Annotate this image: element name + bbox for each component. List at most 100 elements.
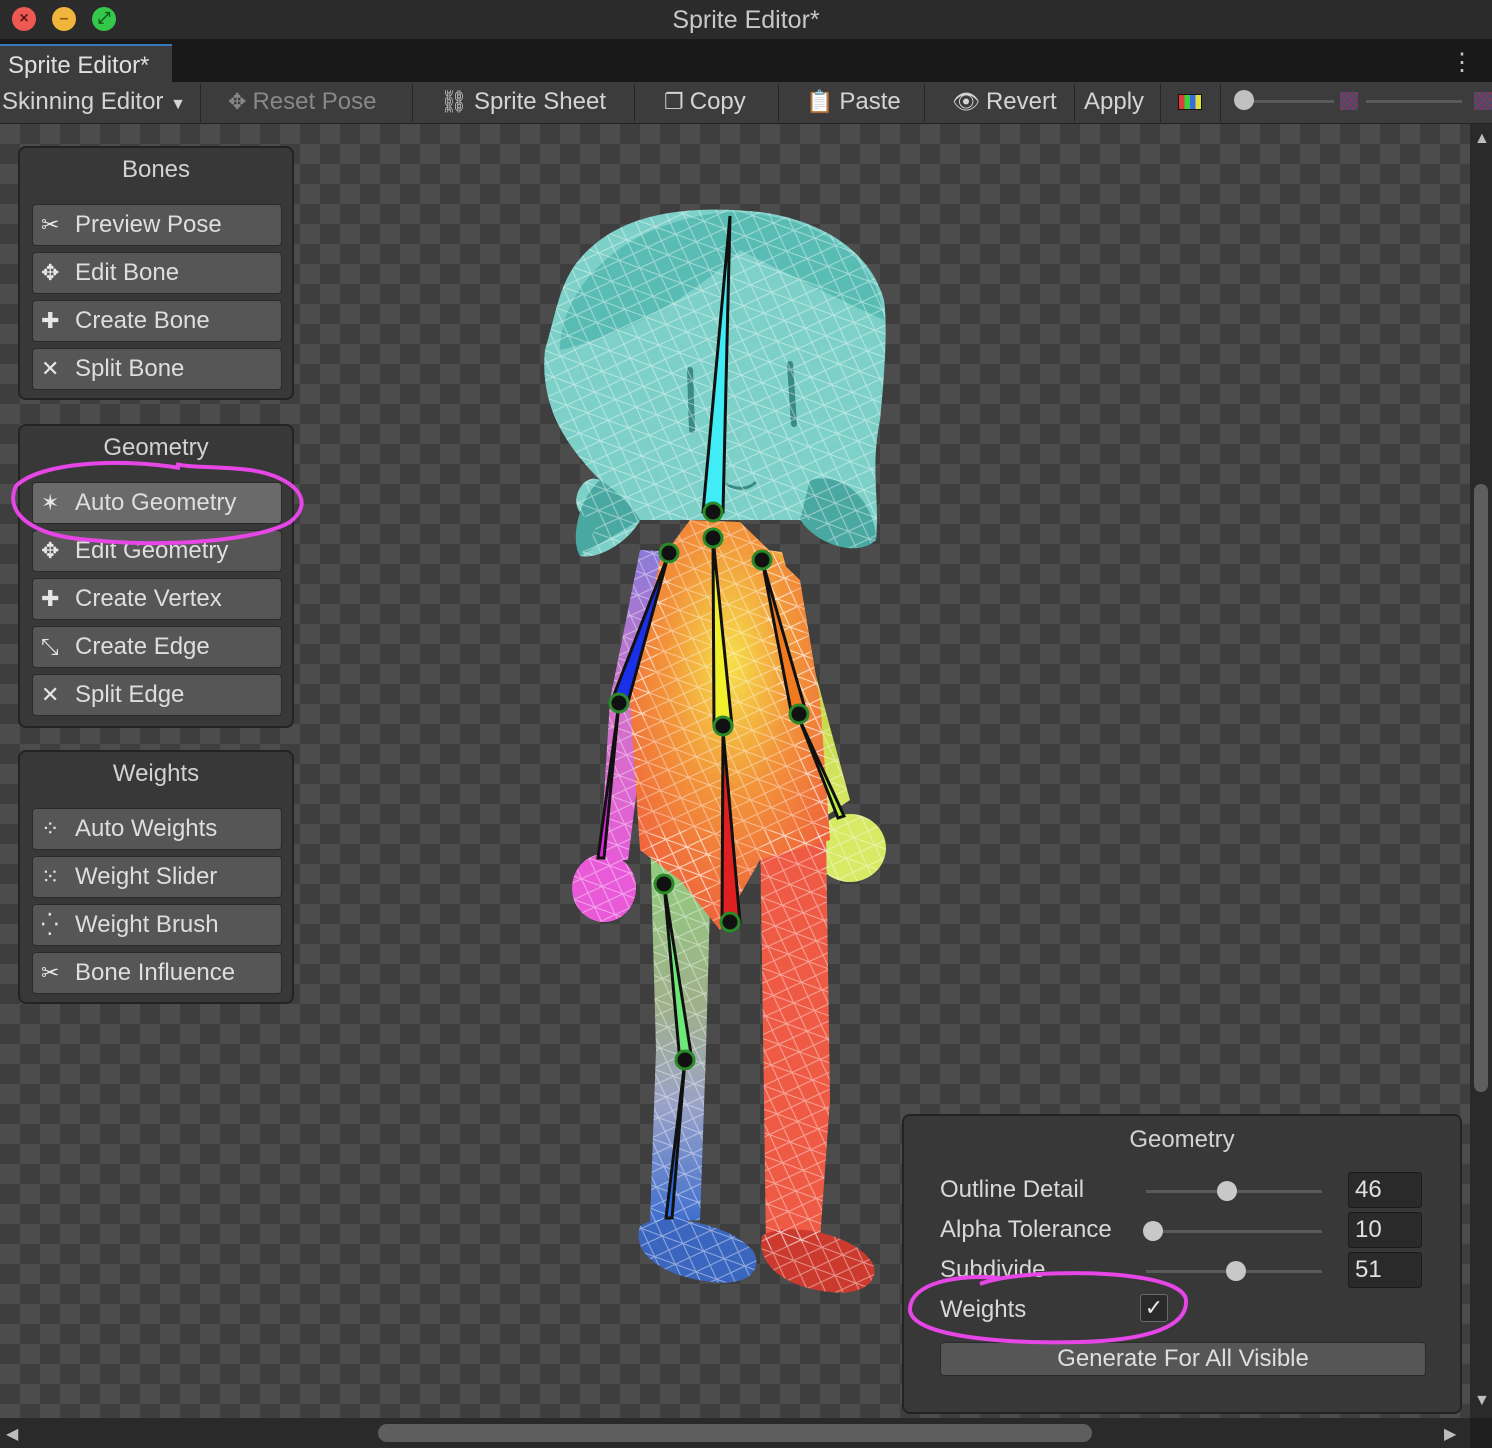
outline-detail-label: Outline Detail bbox=[940, 1176, 1085, 1203]
weights-row: Weights ✓ bbox=[940, 1292, 1440, 1332]
scroll-left-icon[interactable]: ◀ bbox=[6, 1424, 18, 1444]
apply-label: Apply bbox=[1084, 88, 1145, 115]
bone-influence-button[interactable]: ✂ Bone Influence bbox=[32, 952, 282, 994]
copy-button[interactable]: ❐ Copy bbox=[664, 82, 746, 124]
edit-geometry-button[interactable]: ✥ Edit Geometry bbox=[32, 530, 282, 572]
geometry-panel: Geometry ✶ Auto Geometry ✥ Edit Geometry ✚… bbox=[18, 424, 294, 728]
create-edge-label: Create Edge bbox=[75, 633, 210, 660]
split-bone-label: Split Bone bbox=[75, 355, 185, 382]
create-edge-icon: ⤡ bbox=[41, 634, 59, 659]
sprite-sheet-button[interactable]: ⛓ Sprite Sheet bbox=[440, 82, 606, 124]
horizontal-scrollbar[interactable]: ◀ ▶ bbox=[0, 1418, 1470, 1448]
alpha-tolerance-label: Alpha Tolerance bbox=[940, 1216, 1112, 1243]
auto-weights-button[interactable]: ⁘ Auto Weights bbox=[32, 808, 282, 850]
paste-label: Paste bbox=[839, 88, 901, 115]
create-bone-button[interactable]: ✚ Create Bone bbox=[32, 300, 282, 342]
split-bone-button[interactable]: ✕ Split Bone bbox=[32, 348, 282, 390]
zoom-slider-track[interactable] bbox=[1366, 100, 1462, 103]
preview-pose-button[interactable]: ✂ Preview Pose bbox=[32, 204, 282, 246]
split-edge-button[interactable]: ✕ Split Edge bbox=[32, 674, 282, 716]
weights-checkbox[interactable]: ✓ bbox=[1140, 1294, 1168, 1322]
vertical-scrollbar[interactable]: ▲ ▼ bbox=[1470, 124, 1492, 1418]
create-vertex-button[interactable]: ✚ Create Vertex bbox=[32, 578, 282, 620]
create-bone-label: Create Bone bbox=[75, 307, 210, 334]
auto-geometry-icon: ✶ bbox=[41, 490, 60, 515]
subdivide-label: Subdivide bbox=[940, 1256, 1046, 1283]
weight-brush-label: Weight Brush bbox=[75, 911, 219, 938]
weight-brush-button[interactable]: ⁛ Weight Brush bbox=[32, 904, 282, 946]
weights-panel-title: Weights bbox=[112, 760, 200, 787]
horizontal-scroll-thumb[interactable] bbox=[378, 1424, 1092, 1442]
weight-brush-icon: ⁛ bbox=[41, 912, 59, 937]
create-bone-icon: ✚ bbox=[41, 308, 60, 333]
edit-bone-button[interactable]: ✥ Edit Bone bbox=[32, 252, 282, 294]
copy-icon: ❐ bbox=[664, 89, 684, 114]
clipboard-icon: 📋 bbox=[806, 89, 834, 114]
checkmark-icon: ✓ bbox=[1144, 1295, 1164, 1320]
alpha-tolerance-knob[interactable] bbox=[1143, 1221, 1164, 1241]
preview-pose-icon: ✂ bbox=[41, 212, 60, 237]
create-vertex-icon: ✚ bbox=[41, 586, 60, 611]
split-edge-label: Split Edge bbox=[75, 681, 185, 708]
split-bone-icon: ✕ bbox=[41, 356, 60, 381]
paste-button[interactable]: 📋 Paste bbox=[806, 82, 901, 124]
title-bar: × – ⤢ Sprite Editor* bbox=[0, 0, 1492, 40]
tab-sprite-editor[interactable]: Sprite Editor* bbox=[0, 44, 172, 82]
geometry-popup-title: Geometry bbox=[1129, 1126, 1235, 1153]
generate-for-all-visible-button[interactable]: Generate For All Visible bbox=[940, 1342, 1426, 1376]
weights-panel: Weights ⁘ Auto Weights ⁙ Weight Slider ⁛ We… bbox=[18, 750, 294, 1004]
reset-pose-button[interactable]: ✥ Reset Pose bbox=[228, 82, 377, 124]
subdivide-knob[interactable] bbox=[1225, 1261, 1246, 1281]
bones-panel-title: Bones bbox=[121, 156, 191, 183]
outline-detail-field[interactable]: 46 bbox=[1348, 1172, 1422, 1208]
subdivide-field[interactable]: 51 bbox=[1348, 1252, 1422, 1288]
auto-geometry-label: Auto Geometry bbox=[75, 489, 237, 516]
weights-label: Weights bbox=[940, 1296, 1027, 1323]
edit-geometry-label: Edit Geometry bbox=[75, 537, 229, 564]
split-edge-icon: ✕ bbox=[41, 682, 60, 707]
skinning-editor-dropdown[interactable]: Skinning Editor ▼ bbox=[2, 82, 186, 124]
reset-pose-label: Reset Pose bbox=[252, 88, 377, 115]
edit-geometry-icon: ✥ bbox=[41, 538, 60, 563]
auto-geometry-button[interactable]: ✶ Auto Geometry bbox=[32, 482, 282, 524]
preview-pose-label: Preview Pose bbox=[75, 211, 222, 238]
bones-panel: Bones ✂ Preview Pose ✥ Edit Bone ✚ Create B… bbox=[18, 146, 294, 400]
tab-bar: Sprite Editor* ⋮ bbox=[0, 40, 1492, 82]
alpha-tolerance-slider[interactable] bbox=[1146, 1230, 1322, 1233]
brightness-slider-knob[interactable] bbox=[1234, 90, 1254, 110]
sprite-sheet-label: Sprite Sheet bbox=[473, 88, 607, 115]
bone-influence-icon: ✂ bbox=[41, 960, 60, 985]
weight-slider-icon: ⁙ bbox=[41, 864, 60, 889]
apply-button[interactable]: Apply bbox=[1084, 82, 1144, 124]
more-options-icon[interactable]: ⋮ bbox=[1450, 48, 1474, 77]
auto-weights-icon: ⁘ bbox=[41, 816, 60, 841]
outline-detail-row: Outline Detail 46 bbox=[940, 1172, 1440, 1212]
window-title: Sprite Editor* bbox=[672, 6, 820, 34]
vertical-scroll-thumb[interactable] bbox=[1474, 484, 1488, 1092]
pose-figure-icon: ✥ bbox=[228, 89, 247, 114]
revert-button[interactable]: 👁 Revert bbox=[952, 82, 1057, 124]
toolbar: Skinning Editor ▼ ✥ Reset Pose ⛓ Sprite Sh… bbox=[0, 82, 1492, 124]
scroll-right-icon[interactable]: ▶ bbox=[1444, 1424, 1456, 1444]
scroll-up-icon[interactable]: ▲ bbox=[1474, 130, 1490, 148]
color-channels-icon[interactable] bbox=[1178, 94, 1202, 110]
alpha-tolerance-row: Alpha Tolerance 10 bbox=[940, 1212, 1440, 1252]
sprite-sheet-icon: ⛓ bbox=[440, 89, 468, 114]
weight-slider-button[interactable]: ⁙ Weight Slider bbox=[32, 856, 282, 898]
bone-influence-label: Bone Influence bbox=[75, 959, 236, 986]
small-mip-icon bbox=[1340, 92, 1358, 110]
weight-slider-label: Weight Slider bbox=[75, 863, 218, 890]
scroll-down-icon[interactable]: ▼ bbox=[1474, 1392, 1490, 1410]
large-mip-icon bbox=[1474, 92, 1492, 110]
edit-bone-icon: ✥ bbox=[41, 260, 60, 285]
geometry-settings-popup: Geometry Outline Detail 46 Alpha Toleran… bbox=[902, 1114, 1462, 1414]
create-edge-button[interactable]: ⤡ Create Edge bbox=[32, 626, 282, 668]
brightness-slider-track[interactable] bbox=[1244, 100, 1334, 103]
subdivide-row: Subdivide 51 bbox=[940, 1252, 1440, 1292]
eye-icon: 👁 bbox=[952, 89, 980, 114]
auto-weights-label: Auto Weights bbox=[75, 815, 218, 842]
alpha-tolerance-field[interactable]: 10 bbox=[1348, 1212, 1422, 1248]
outline-detail-knob[interactable] bbox=[1216, 1181, 1237, 1201]
edit-bone-label: Edit Bone bbox=[75, 259, 180, 286]
geometry-panel-title: Geometry bbox=[103, 434, 209, 461]
